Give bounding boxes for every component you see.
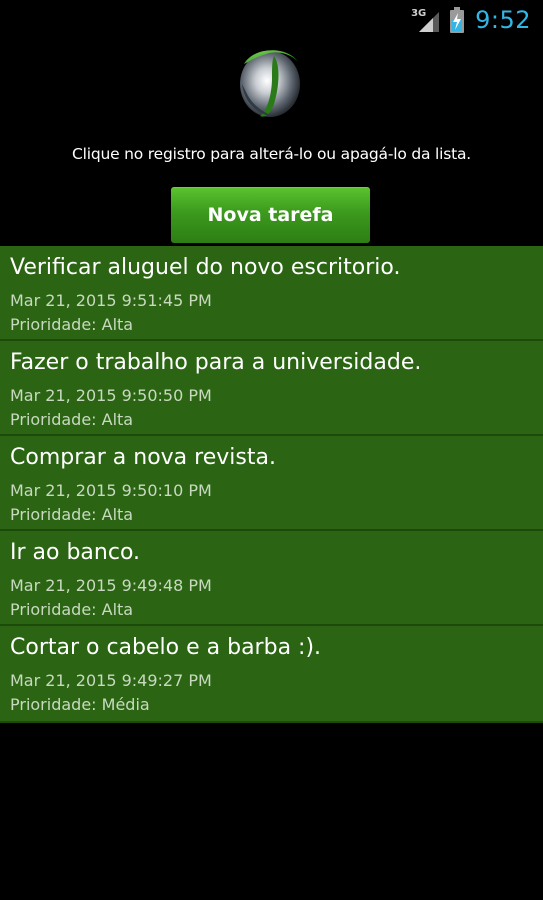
network-type-label: 3G	[411, 8, 427, 19]
task-title: Fazer o trabalho para a universidade.	[10, 350, 422, 375]
task-title: Verificar aluguel do novo escritorio.	[10, 255, 401, 280]
task-date: Mar 21, 2015 9:51:45 PM	[10, 291, 212, 310]
status-icons: 3G 9:52	[411, 4, 531, 36]
task-item[interactable]: Comprar a nova revista. Mar 21, 2015 9:5…	[0, 436, 543, 531]
task-list: Verificar aluguel do novo escritorio. Ma…	[0, 246, 543, 723]
task-title: Ir ao banco.	[10, 540, 141, 565]
task-priority: Prioridade: Alta	[10, 600, 134, 619]
app-screen: 3G 9:52 Clique no registro para alterá-l…	[0, 0, 543, 900]
app-logo	[236, 44, 304, 120]
instruction-text: Clique no registro para alterá-lo ou apa…	[71, 145, 471, 163]
task-title: Cortar o cabelo e a barba :).	[10, 635, 322, 660]
status-bar: 3G 9:52	[0, 0, 543, 40]
task-item[interactable]: Cortar o cabelo e a barba :). Mar 21, 20…	[0, 626, 543, 723]
new-task-button[interactable]: Nova tarefa	[171, 187, 370, 243]
task-date: Mar 21, 2015 9:50:10 PM	[10, 481, 212, 500]
task-item[interactable]: Fazer o trabalho para a universidade. Ma…	[0, 341, 543, 436]
task-date: Mar 21, 2015 9:50:50 PM	[10, 386, 212, 405]
task-item[interactable]: Verificar aluguel do novo escritorio. Ma…	[0, 246, 543, 341]
task-date: Mar 21, 2015 9:49:48 PM	[10, 576, 212, 595]
battery-icon	[449, 6, 465, 34]
task-title: Comprar a nova revista.	[10, 445, 276, 470]
task-item[interactable]: Ir ao banco. Mar 21, 2015 9:49:48 PM Pri…	[0, 531, 543, 626]
clock: 9:52	[475, 6, 531, 34]
task-priority: Prioridade: Alta	[10, 315, 134, 334]
task-priority: Prioridade: Alta	[10, 505, 134, 524]
task-priority: Prioridade: Alta	[10, 410, 134, 429]
task-priority: Prioridade: Média	[10, 695, 150, 714]
task-date: Mar 21, 2015 9:49:27 PM	[10, 671, 212, 690]
signal-icon: 3G	[411, 6, 441, 34]
